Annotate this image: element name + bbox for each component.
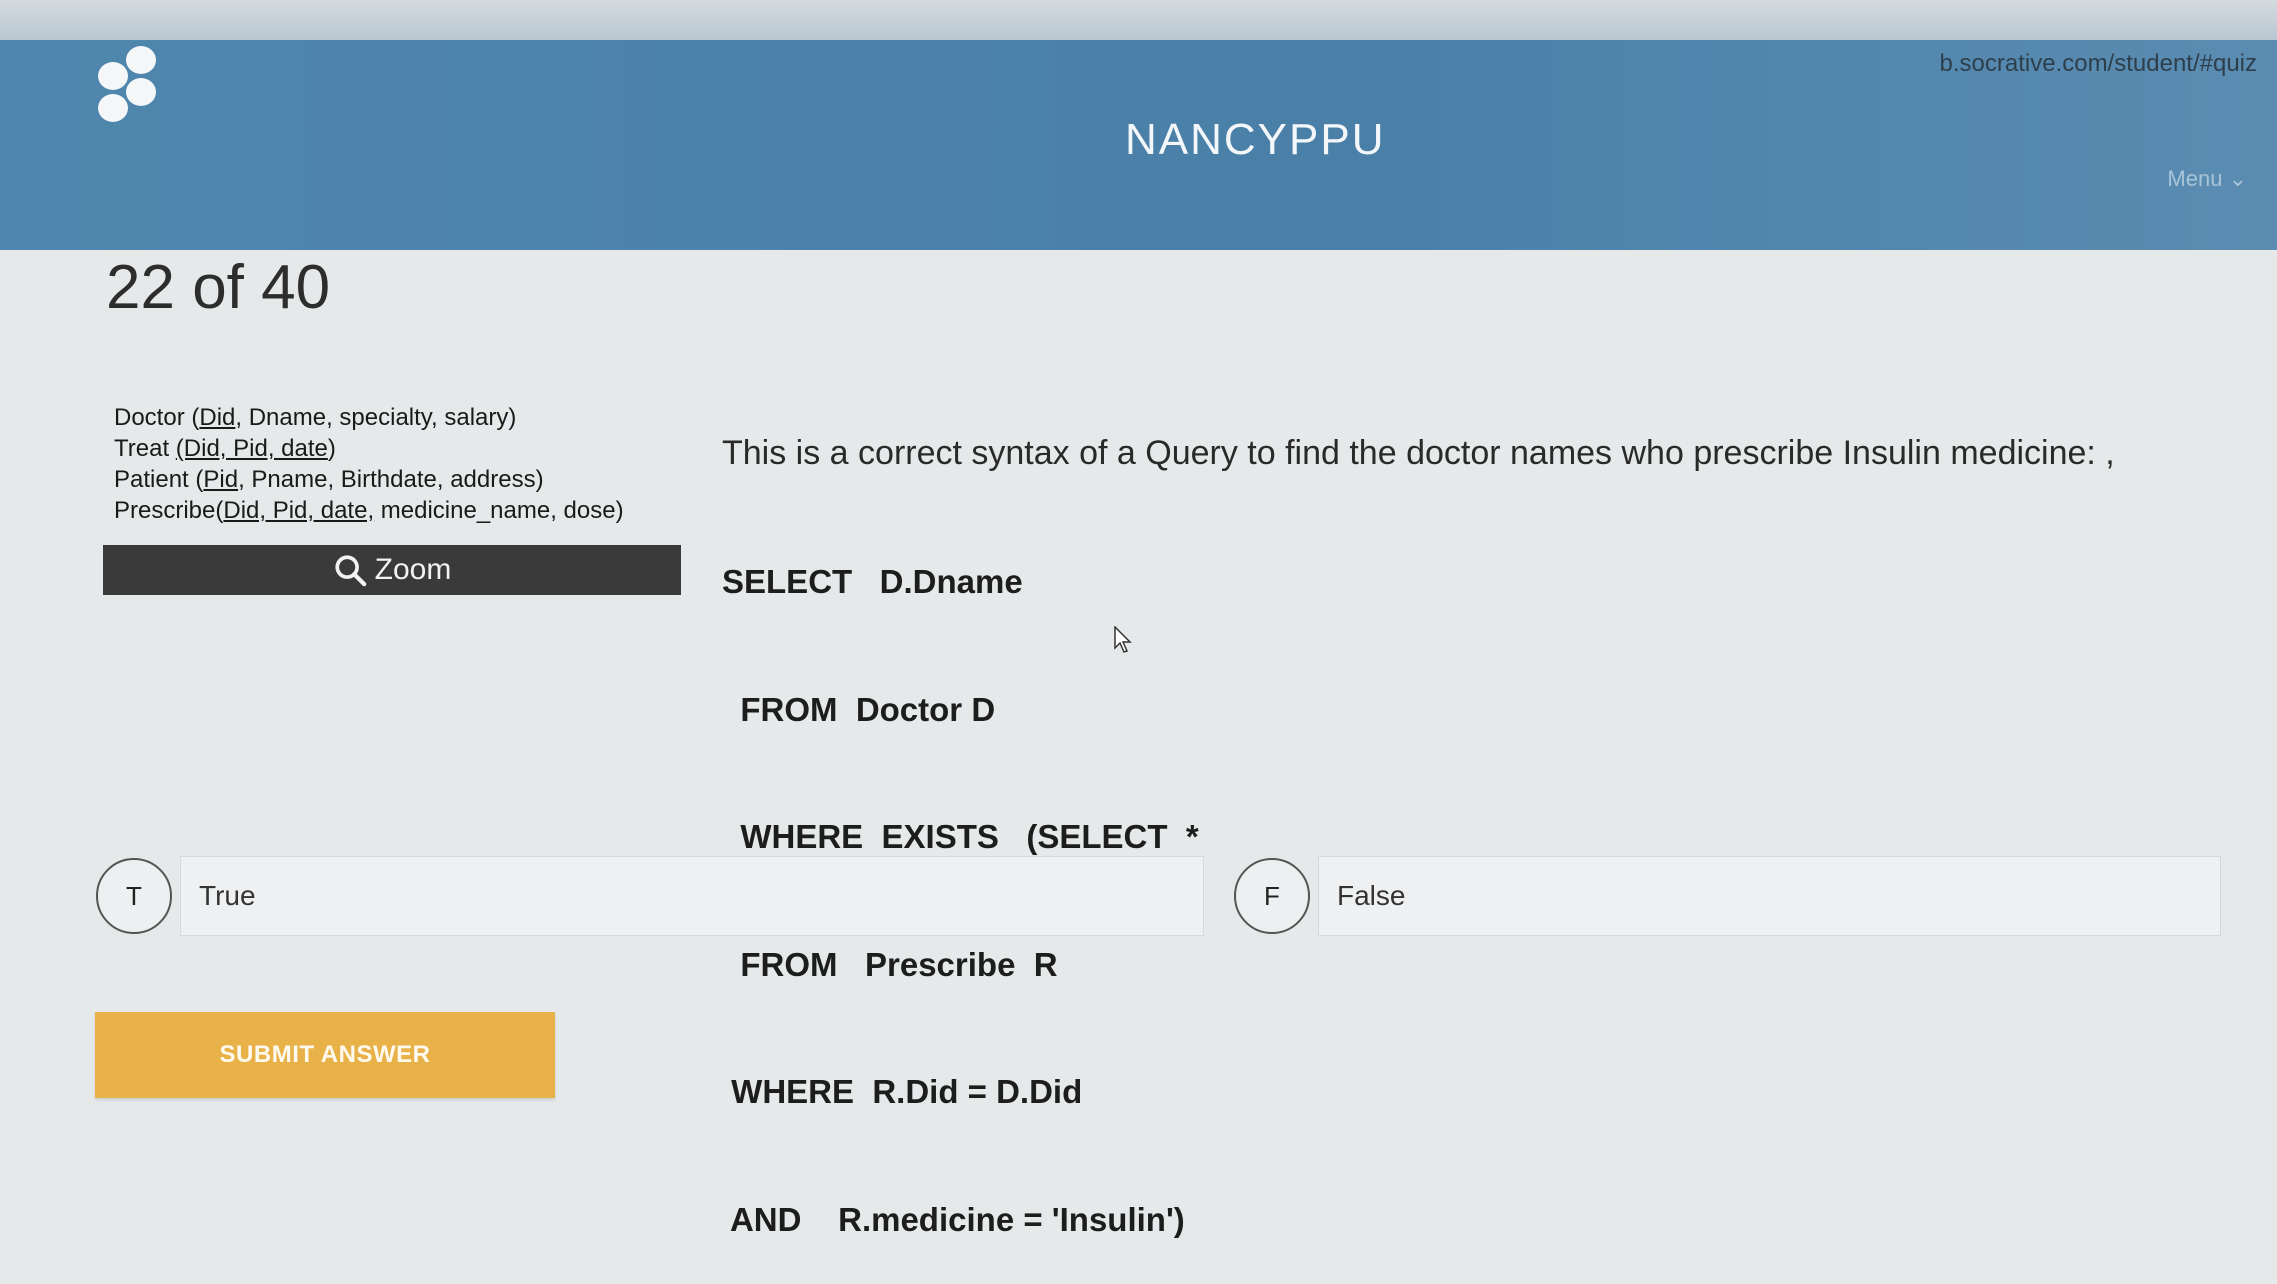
address-bar-url[interactable]: b.socrative.com/student/#quiz: [1940, 50, 2258, 78]
sql-line: FROM Prescribe R: [722, 945, 1058, 983]
schema-treat: Treat (Did, Pid, date): [114, 435, 336, 462]
menu-dropdown[interactable]: Menu ⌄: [2167, 166, 2247, 192]
question-counter: 22 of 40: [106, 253, 331, 322]
room-name: NANCYPPU: [1125, 115, 1386, 164]
chevron-down-icon: ⌄: [2228, 166, 2247, 191]
sql-line: AND R.medicine = 'Insulin'): [722, 1200, 1185, 1238]
schema-doctor: Doctor (Did, Dname, specialty, salary): [114, 404, 517, 431]
option-label[interactable]: False: [1318, 856, 2221, 936]
schema-patient: Patient (Pid, Pname, Birthdate, address): [114, 466, 544, 493]
sql-line: WHERE EXISTS (SELECT *: [722, 818, 1199, 855]
sql-line: WHERE R.Did = D.Did: [722, 1073, 1083, 1110]
mouse-cursor-icon: [1114, 626, 1132, 653]
zoom-button[interactable]: Zoom: [103, 545, 681, 595]
menu-label: Menu: [2167, 166, 2223, 191]
option-letter-badge[interactable]: F: [1234, 858, 1310, 934]
browser-tab-strip: [0, 0, 2277, 40]
answer-option-true[interactable]: T True: [96, 856, 1204, 936]
option-letter-badge[interactable]: T: [96, 858, 172, 934]
question-text: This is a correct syntax of a Query to f…: [722, 434, 2115, 472]
sql-line: SELECT D.Dname: [722, 563, 1023, 600]
submit-answer-button[interactable]: SUBMIT ANSWER: [95, 1012, 555, 1098]
socrative-logo-icon[interactable]: [92, 40, 172, 130]
answer-option-false[interactable]: F False: [1234, 856, 2221, 936]
search-icon: [335, 555, 366, 587]
schema-image: Doctor (Did, Dname, specialty, salary) T…: [114, 402, 624, 526]
zoom-label: Zoom: [374, 553, 452, 586]
option-label[interactable]: True: [180, 856, 1204, 936]
app-header: b.socrative.com/student/#quiz NANCYPPU M…: [0, 0, 2277, 250]
sql-line: FROM Doctor D: [722, 690, 996, 728]
schema-prescribe: Prescribe(Did, Pid, date, medicine_name,…: [114, 497, 624, 524]
